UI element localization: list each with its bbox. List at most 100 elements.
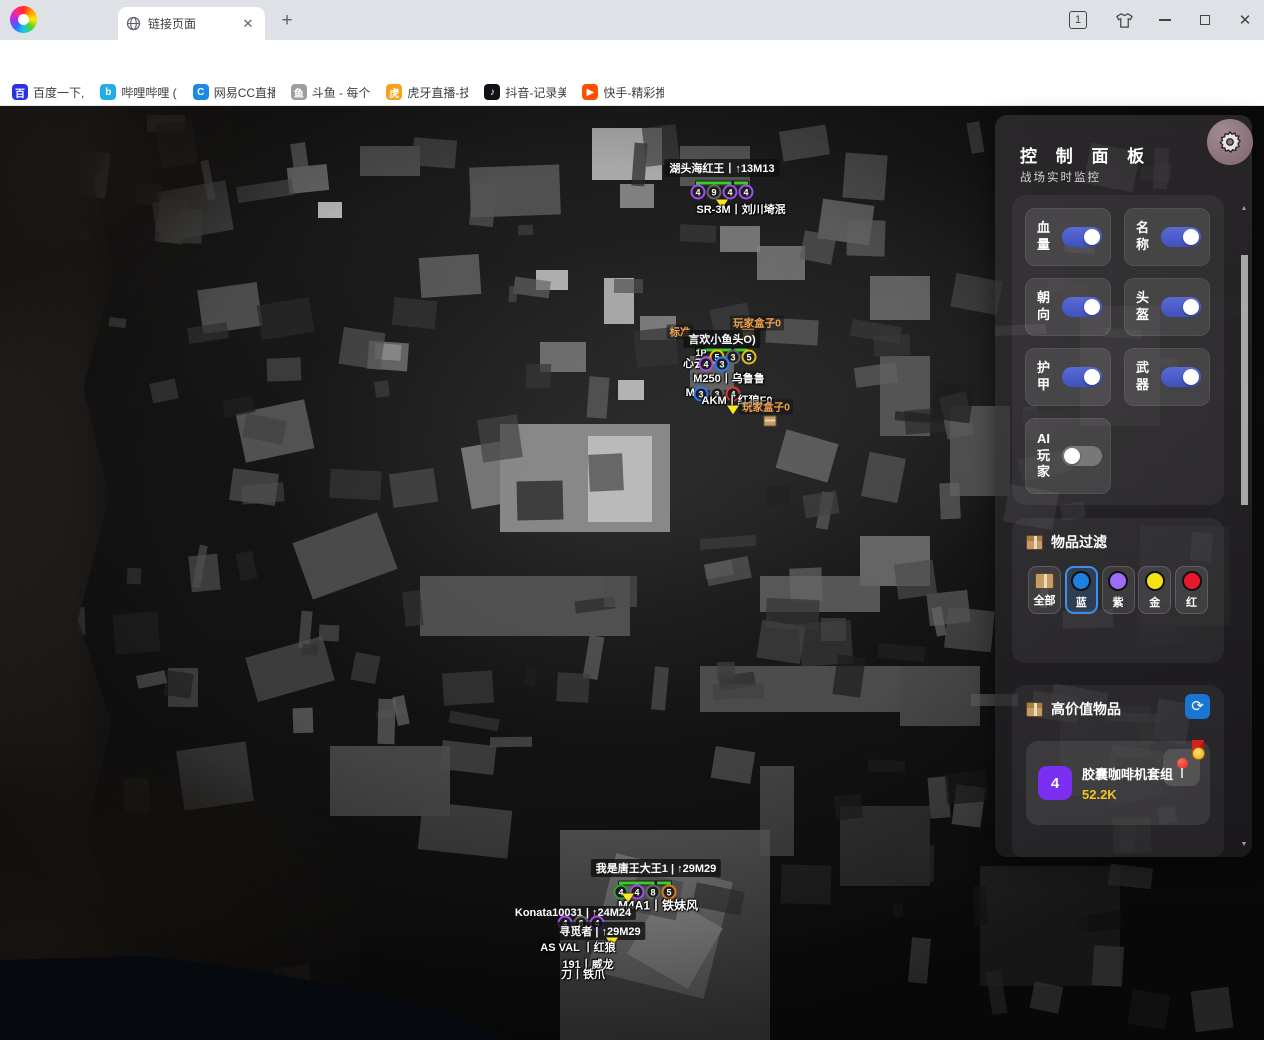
toggle-card-名称[interactable]: 名称 bbox=[1124, 208, 1210, 266]
toggle-label: AI玩家 bbox=[1037, 431, 1052, 482]
package-icon bbox=[1026, 702, 1043, 717]
toggle-label: 护甲 bbox=[1037, 360, 1052, 394]
panel-scrollbar-thumb[interactable] bbox=[1241, 255, 1248, 505]
bookmark-huya[interactable]: 虎虎牙直播-技 bbox=[386, 84, 468, 101]
toggle-card-AI玩家[interactable]: AI玩家 bbox=[1025, 418, 1111, 494]
toggle-knob bbox=[1183, 369, 1199, 385]
toggle-knob bbox=[1183, 229, 1199, 245]
favicon-baidu-icon: 百 bbox=[12, 84, 28, 100]
favicon-douyu-icon: 鱼 bbox=[291, 84, 307, 100]
bookmark-label: 快手-精彩推 bbox=[603, 84, 664, 101]
locate-pin-button[interactable] bbox=[1163, 749, 1200, 786]
toggle-card-武器[interactable]: 武器 bbox=[1124, 348, 1210, 406]
map-marker-crate bbox=[764, 416, 777, 427]
map-marker-loot: 玩家盒子0 bbox=[739, 400, 793, 415]
toggles-section: 血量 名称朝向 头盔护甲 武器 AI玩家 bbox=[1012, 195, 1224, 505]
toggle-label: 朝向 bbox=[1037, 290, 1052, 324]
high-value-item[interactable]: 4胶囊咖啡机套组52.2K bbox=[1026, 741, 1210, 825]
panel-scroll-down-arrow[interactable]: ▼ bbox=[1239, 841, 1249, 848]
filter-button-金[interactable]: 金 bbox=[1138, 566, 1171, 614]
tab-counter[interactable]: 1 bbox=[1068, 0, 1088, 40]
browser-logo-icon bbox=[10, 6, 37, 33]
toggle-knob bbox=[1084, 299, 1100, 315]
globe-favicon-icon bbox=[126, 16, 141, 31]
toggle-knob bbox=[1084, 369, 1100, 385]
bookmark-label: 斗鱼 - 每个 bbox=[312, 84, 371, 101]
toggle-switch-朝向[interactable] bbox=[1062, 297, 1102, 317]
favicon-douyin-icon: ♪ bbox=[484, 84, 500, 100]
filter-button-紫[interactable]: 紫 bbox=[1102, 566, 1135, 614]
map-pin-icon bbox=[1176, 758, 1188, 778]
toggle-card-护甲[interactable]: 护甲 bbox=[1025, 348, 1111, 406]
filter-label: 金 bbox=[1149, 594, 1160, 610]
refresh-button[interactable]: ⟳ bbox=[1185, 694, 1210, 719]
favicon-huya-icon: 虎 bbox=[386, 84, 402, 100]
toggle-card-头盔[interactable]: 头盔 bbox=[1124, 278, 1210, 336]
rarity-dot-icon bbox=[1182, 571, 1202, 591]
toggle-switch-护甲[interactable] bbox=[1062, 367, 1102, 387]
bookmark-label: 网易CC直播 bbox=[214, 84, 275, 101]
bookmark-baidu[interactable]: 百百度一下, bbox=[12, 84, 84, 101]
toggle-card-朝向[interactable]: 朝向 bbox=[1025, 278, 1111, 336]
panel-scroll-up-arrow[interactable]: ▲ bbox=[1239, 205, 1249, 212]
browser-tab[interactable]: 链接页面 ✕ bbox=[118, 7, 265, 40]
theme-shirt-icon[interactable] bbox=[1112, 0, 1136, 40]
control-panel: 控 制 面 板 战场实时监控 血量名称朝向头盔护甲武器AI玩家 物品过滤 全部蓝… bbox=[995, 115, 1252, 857]
tab-close-icon[interactable]: ✕ bbox=[239, 15, 257, 33]
toggle-label: 血量 bbox=[1037, 220, 1052, 254]
gear-tier-badge: 9 bbox=[707, 185, 722, 200]
toggle-switch-名称[interactable] bbox=[1161, 227, 1201, 247]
favicon-kuaishou-icon: ▶ bbox=[582, 84, 598, 100]
new-tab-button[interactable]: + bbox=[276, 10, 298, 32]
filter-title: 物品过滤 bbox=[1051, 532, 1107, 552]
all-items-box-icon bbox=[1035, 573, 1054, 589]
rarity-dot-icon bbox=[1071, 571, 1091, 591]
minimize-button[interactable] bbox=[1152, 0, 1178, 40]
map-marker-txt: AS VAL 丨红狼 bbox=[540, 939, 615, 955]
toggle-knob bbox=[1064, 448, 1080, 464]
high-value-section: 高价值物品 ⟳ 4胶囊咖啡机套组52.2K bbox=[1012, 685, 1224, 857]
map-marker-chip: 寻觅者 | ↑29M29 bbox=[554, 922, 645, 940]
toggle-label: 武器 bbox=[1136, 360, 1151, 394]
map-marker-txt: 刀丨铁爪 bbox=[561, 966, 605, 982]
filter-button-全部[interactable]: 全部 bbox=[1028, 566, 1061, 614]
bookmark-douyin[interactable]: ♪ 抖音-记录美 bbox=[484, 84, 566, 101]
medal-icon bbox=[1190, 740, 1206, 760]
item-value: 52.2K bbox=[1082, 787, 1173, 802]
filter-label: 红 bbox=[1186, 594, 1197, 610]
maximize-button[interactable] bbox=[1192, 0, 1218, 40]
high-value-title: 高价值物品 bbox=[1051, 699, 1121, 719]
toggle-label: 头盔 bbox=[1136, 290, 1151, 324]
bookmark-netease-cc[interactable]: C 网易CC直播 bbox=[193, 84, 275, 101]
bookmark-kuaishou[interactable]: ▶ 快手-精彩推 bbox=[582, 84, 664, 101]
bookmark-douyu[interactable]: 鱼斗鱼 - 每个 bbox=[291, 84, 371, 101]
gear-tier-badge: 4 bbox=[723, 185, 738, 200]
filter-label: 紫 bbox=[1113, 594, 1124, 610]
gear-tier-badge: 5 bbox=[742, 350, 757, 365]
toggle-label: 名称 bbox=[1136, 220, 1151, 254]
bookmark-bilibili[interactable]: b哔哩哔哩 ( bbox=[100, 84, 176, 101]
map-marker-tri bbox=[727, 406, 739, 415]
favicon-netease-cc-icon: C bbox=[193, 84, 209, 100]
bookmark-label: 抖音-记录美 bbox=[505, 84, 566, 101]
map-marker-loot: 玩家盒子0 bbox=[730, 316, 784, 331]
toggle-knob bbox=[1183, 299, 1199, 315]
tab-title: 链接页面 bbox=[148, 15, 239, 32]
panel-title: 控 制 面 板 bbox=[1020, 142, 1151, 167]
toggle-switch-血量[interactable] bbox=[1062, 227, 1102, 247]
toggle-switch-头盔[interactable] bbox=[1161, 297, 1201, 317]
filter-label: 全部 bbox=[1034, 592, 1056, 608]
rarity-dot-icon bbox=[1108, 571, 1128, 591]
favicon-bilibili-icon: b bbox=[100, 84, 116, 100]
item-filter-section: 物品过滤 全部蓝紫 金 红 bbox=[1012, 518, 1224, 663]
filter-button-蓝[interactable]: 蓝 bbox=[1065, 566, 1098, 614]
bookmark-label: 百度一下, bbox=[33, 84, 84, 101]
browser-toolbar: ← → http://111.170.19.18:8868 ☆ ⋯ ✂ bbox=[0, 40, 1264, 79]
rarity-dot-icon bbox=[1145, 571, 1165, 591]
close-button[interactable]: ✕ bbox=[1232, 0, 1258, 40]
settings-button[interactable] bbox=[1207, 119, 1253, 165]
filter-button-红[interactable]: 红 bbox=[1175, 566, 1208, 614]
toggle-switch-AI玩家[interactable] bbox=[1062, 446, 1102, 466]
toggle-switch-武器[interactable] bbox=[1161, 367, 1201, 387]
toggle-card-血量[interactable]: 血量 bbox=[1025, 208, 1111, 266]
